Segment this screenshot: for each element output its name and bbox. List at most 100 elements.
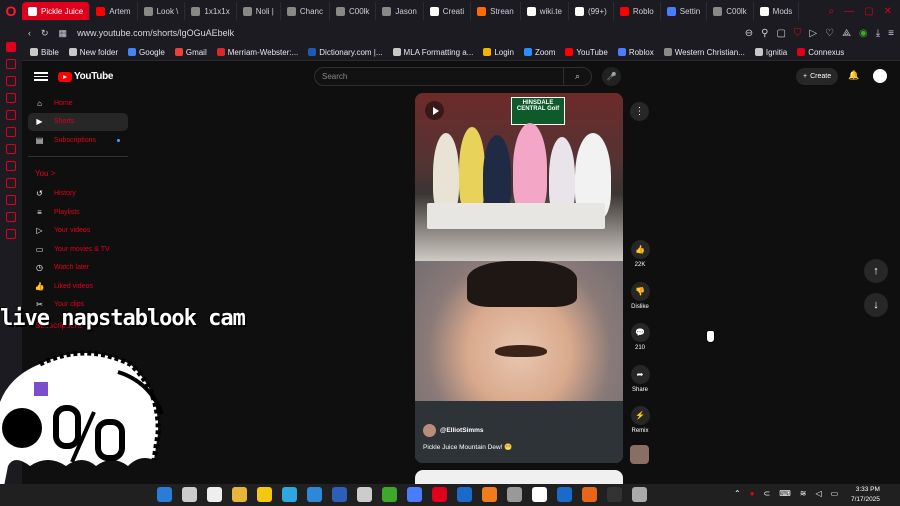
short-author[interactable]: @ElliotSimms — [423, 424, 484, 437]
back-icon[interactable]: ‹ — [28, 28, 31, 38]
taskbar-clock[interactable]: 3:33 PM 7/17/2025 — [851, 485, 880, 505]
keyboard-icon[interactable]: ⌨ — [779, 489, 791, 498]
notifications-icon[interactable]: 🔔 — [848, 70, 859, 81]
sidebar-item[interactable]: 👍 Liked videos — [28, 277, 128, 296]
sidebar-tiktok-icon[interactable] — [6, 127, 16, 137]
tab[interactable]: Roblo — [614, 2, 661, 20]
taskbar-app-icon[interactable] — [382, 487, 397, 502]
taskbar-app-icon[interactable] — [282, 487, 297, 502]
short-title[interactable]: Pickle Juice Mountain Dew! 😬 — [423, 443, 512, 451]
author-handle[interactable]: @ElliotSimms — [440, 427, 484, 434]
close-icon[interactable]: ✕ — [884, 6, 892, 17]
share-icon[interactable]: ➦ — [630, 365, 650, 384]
taskbar-app-icon[interactable] — [232, 487, 247, 502]
taskbar-app-icon[interactable] — [357, 487, 372, 502]
share-action[interactable]: ➦ Share — [630, 365, 650, 393]
zoom-icon[interactable]: ⊖ — [745, 28, 753, 39]
search-icon[interactable]: ⌕ — [563, 68, 591, 85]
like-action[interactable]: 👍 22K — [630, 240, 650, 268]
bookmark-item[interactable]: Merriam-Webster:... — [216, 48, 298, 57]
remix-action[interactable]: ⚡ Remix — [630, 406, 650, 434]
like-icon[interactable]: 👍 — [630, 240, 650, 259]
sidebar-item[interactable]: ⌂ Home — [28, 94, 128, 113]
tab[interactable]: Strean — [471, 2, 521, 20]
tray-app-icon[interactable]: ● — [750, 489, 755, 498]
bookmark-item[interactable]: Roblox — [617, 48, 654, 57]
tab[interactable]: C00lk — [707, 2, 754, 20]
sidebar-heart-icon[interactable] — [6, 229, 16, 239]
taskbar-app-icon[interactable] — [532, 487, 547, 502]
author-avatar[interactable] — [423, 424, 436, 437]
tab[interactable]: C00lk — [330, 2, 377, 20]
more-options-icon[interactable]: ⋮ — [630, 102, 649, 121]
taskbar-app-icon[interactable] — [482, 487, 497, 502]
taskbar-app-icon[interactable] — [457, 487, 472, 502]
guide-menu-icon[interactable] — [34, 72, 48, 81]
comments-icon[interactable]: 💬 — [630, 323, 650, 342]
tab[interactable]: Mods — [754, 2, 800, 20]
sidebar-messenger-icon[interactable] — [6, 76, 16, 86]
profile-icon[interactable]: ◉ — [859, 28, 868, 39]
heart-icon[interactable]: ♡ — [825, 28, 834, 39]
taskbar-app-icon[interactable] — [582, 487, 597, 502]
battery-icon[interactable]: ▭ — [831, 489, 839, 498]
sidebar-apps-icon[interactable] — [6, 212, 16, 222]
taskbar-app-icon[interactable] — [407, 487, 422, 502]
download-icon[interactable]: ⤓ — [876, 28, 880, 39]
bookmark-item[interactable]: Google — [128, 48, 165, 57]
sidebar-item[interactable]: ≡ Playlists — [28, 203, 128, 222]
wifi-icon[interactable]: ≋ — [800, 489, 807, 498]
bookmark-item[interactable]: New folder — [68, 48, 118, 57]
tab[interactable]: (99+) — [569, 2, 614, 20]
maximize-icon[interactable]: ▢ — [864, 6, 873, 17]
bookmark-item[interactable]: Login — [483, 48, 514, 57]
taskbar-app-icon[interactable] — [432, 487, 447, 502]
player-icon[interactable]: ▷ — [809, 28, 817, 39]
sidebar-instagram-icon[interactable] — [6, 110, 16, 120]
bookmark-item[interactable]: Gmail — [174, 48, 207, 57]
sidebar-item[interactable]: ▤ Subscriptions — [28, 131, 128, 150]
tray-usb-icon[interactable]: ⊂ — [764, 489, 771, 498]
bookmark-item[interactable]: YouTube — [565, 48, 608, 57]
play-icon[interactable] — [425, 101, 444, 120]
url-field[interactable]: www.youtube.com/shorts/lgOGuAEbelk — [77, 28, 735, 38]
snapshot-icon[interactable]: ▢ — [776, 28, 785, 39]
extensions-icon[interactable]: ⟁ — [842, 28, 851, 39]
minimize-icon[interactable]: — — [844, 6, 854, 17]
pin-icon[interactable]: ⚲ — [761, 28, 768, 39]
volume-icon[interactable]: ◁ — [816, 489, 822, 498]
previous-short-button[interactable]: ↑ — [864, 259, 888, 283]
tab[interactable]: Chanc — [281, 2, 330, 20]
sidebar-twitch-icon[interactable] — [6, 178, 16, 188]
tab[interactable]: Artem — [90, 2, 138, 20]
sidebar-record-icon[interactable] — [6, 195, 16, 205]
bookmark-item[interactable]: Ignitia — [754, 48, 787, 57]
remix-icon[interactable]: ⚡ — [630, 406, 650, 425]
dislike-action[interactable]: 👎 Dislike — [630, 282, 650, 310]
sound-thumbnail[interactable] — [630, 445, 649, 464]
reload-icon[interactable]: ↻ — [41, 28, 49, 39]
taskbar-app-icon[interactable] — [307, 487, 322, 502]
comments-action[interactable]: 💬 210 — [630, 323, 650, 351]
bookmark-item[interactable]: Connexus — [797, 48, 844, 57]
taskbar-app-icon[interactable] — [182, 487, 197, 502]
sidebar-item[interactable]: ▷ Your videos — [28, 222, 128, 241]
taskbar-app-icon[interactable] — [207, 487, 222, 502]
create-button[interactable]: + Create — [796, 68, 839, 85]
sidebar-item[interactable]: ▭ Your movies & TV — [28, 240, 128, 259]
taskbar-app-icon[interactable] — [557, 487, 572, 502]
sidebar-discord-icon[interactable] — [6, 161, 16, 171]
sidebar-whatsapp-icon[interactable] — [6, 144, 16, 154]
sidebar-workspace-icon[interactable] — [6, 42, 16, 52]
search-tabs-icon[interactable]: ⌕ — [829, 6, 835, 17]
next-short-button[interactable]: ↓ — [864, 293, 888, 317]
site-info-icon[interactable]: ▦ — [59, 28, 68, 39]
avatar[interactable] — [873, 69, 887, 83]
tab[interactable]: Jason — [376, 2, 424, 20]
menu-icon[interactable]: ≡ — [888, 28, 894, 39]
youtube-logo[interactable]: YouTube — [58, 71, 114, 82]
tab[interactable]: wiki.te — [521, 2, 569, 20]
taskbar-app-icon[interactable] — [332, 487, 347, 502]
taskbar-app-icon[interactable] — [632, 487, 647, 502]
tab[interactable]: Look \ — [138, 2, 186, 20]
